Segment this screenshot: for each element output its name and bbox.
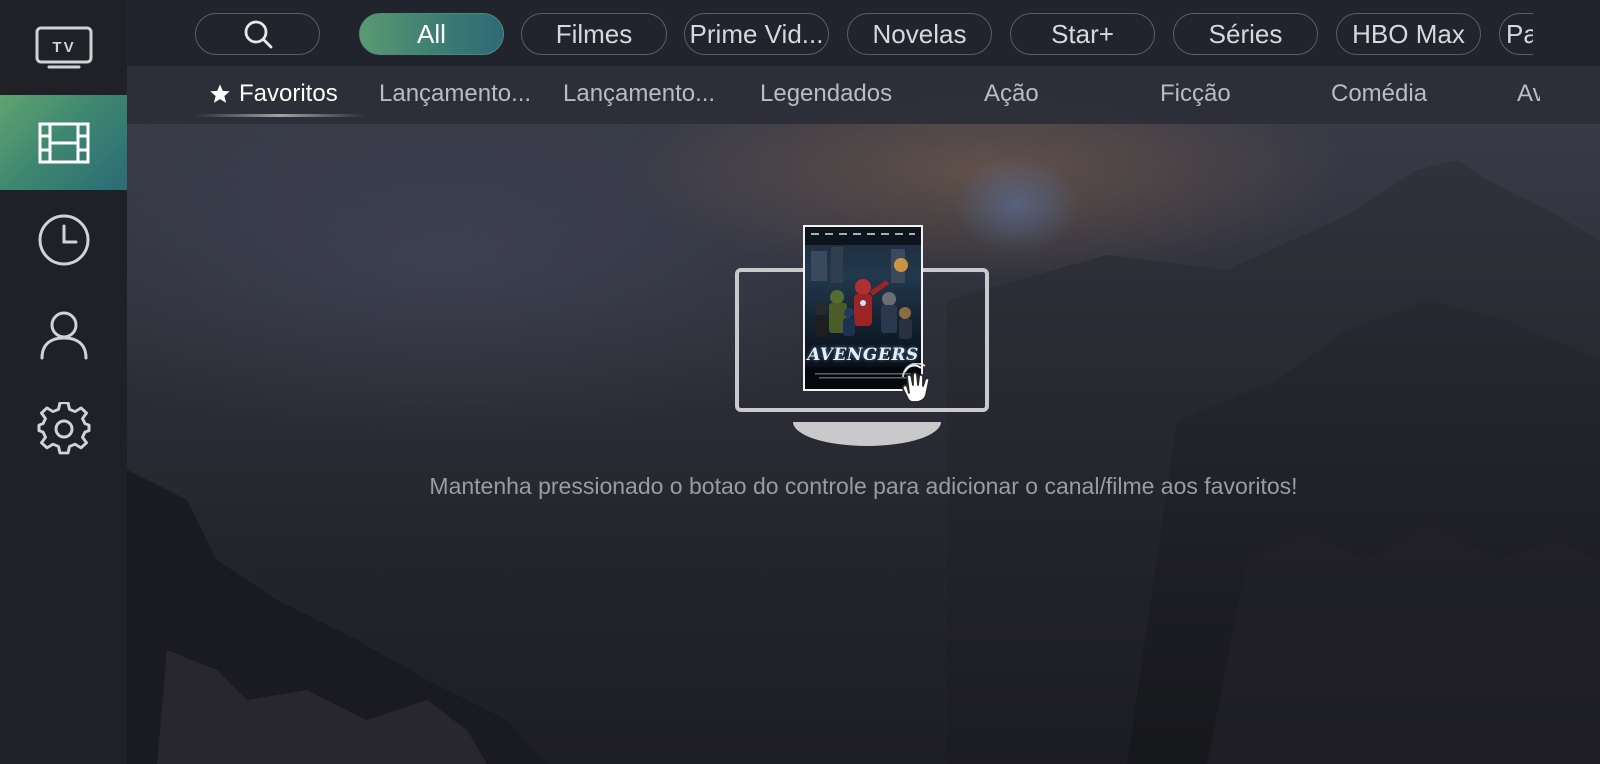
star-icon bbox=[210, 84, 230, 103]
category-label: Ficção bbox=[1160, 80, 1231, 107]
category-partial[interactable]: Av bbox=[1517, 76, 1540, 112]
pill-all[interactable]: All bbox=[359, 13, 504, 55]
category-favoritos[interactable]: Favoritos bbox=[209, 76, 338, 112]
poster-title: AVENGERS bbox=[807, 345, 919, 365]
pill-series[interactable]: Séries bbox=[1173, 13, 1318, 55]
user-icon bbox=[40, 311, 87, 359]
category-label: Favoritos bbox=[239, 80, 338, 107]
category-label: Comédia bbox=[1331, 80, 1428, 107]
search-button[interactable] bbox=[195, 13, 320, 55]
sidebar: TV bbox=[0, 0, 127, 764]
active-category-underline bbox=[195, 114, 365, 117]
pill-filmes[interactable]: Filmes bbox=[521, 13, 667, 55]
pill-hbo-max[interactable]: HBO Max bbox=[1336, 13, 1481, 55]
pill-label: HBO Max bbox=[1352, 18, 1465, 49]
tv-icon: TV bbox=[35, 26, 92, 68]
pill-label: Filmes bbox=[555, 18, 633, 49]
pill-novelas[interactable]: Novelas bbox=[847, 13, 992, 55]
empty-favorites-message: Mantenha pressionado o botao do controle… bbox=[429, 473, 1298, 499]
category-lancamentos-2[interactable]: Lançamento... bbox=[563, 76, 715, 112]
sidebar-item-settings[interactable] bbox=[0, 382, 127, 477]
search-icon bbox=[244, 20, 272, 49]
monitor-stand bbox=[793, 422, 941, 446]
category-label: Av bbox=[1517, 80, 1540, 107]
pill-prime-video[interactable]: Prime Vid... bbox=[684, 13, 829, 55]
sidebar-item-profile[interactable] bbox=[0, 287, 127, 382]
pill-star-plus[interactable]: Star+ bbox=[1010, 13, 1155, 55]
clock-icon bbox=[38, 214, 89, 265]
category-label: Ação bbox=[984, 80, 1039, 107]
category-comedia[interactable]: Comédia bbox=[1331, 76, 1427, 112]
category-row: Favoritos Lançamento... Lançamento... Le… bbox=[195, 70, 1540, 120]
category-label: Lançamento... bbox=[563, 80, 716, 107]
category-acao[interactable]: Ação bbox=[984, 76, 1039, 112]
sidebar-item-history[interactable] bbox=[0, 192, 127, 287]
category-label: Lançamento... bbox=[379, 80, 532, 107]
sidebar-item-movies[interactable] bbox=[0, 95, 127, 190]
tap-hand-icon bbox=[901, 363, 931, 403]
category-legendados[interactable]: Legendados bbox=[760, 76, 892, 112]
pill-label: Novelas bbox=[872, 18, 967, 49]
pill-label: Prime Vid... bbox=[689, 18, 824, 49]
tv-icon-label: TV bbox=[52, 39, 75, 56]
pill-label: All bbox=[417, 18, 446, 49]
pill-label: Star+ bbox=[1051, 18, 1114, 49]
filter-pill-row: All Filmes Prime Vid... Novelas Star+ Sé… bbox=[195, 13, 1533, 57]
category-lancamentos-1[interactable]: Lançamento... bbox=[379, 76, 531, 112]
pill-label: Pa bbox=[1506, 18, 1533, 49]
favorites-empty-illustration: AVENGERS bbox=[735, 225, 995, 450]
film-icon bbox=[38, 122, 89, 163]
gear-icon bbox=[37, 401, 90, 454]
pill-label: Séries bbox=[1208, 18, 1283, 49]
category-label: Legendados bbox=[760, 80, 893, 107]
pill-partial[interactable]: Pa bbox=[1499, 13, 1533, 55]
sidebar-item-tv[interactable]: TV bbox=[0, 0, 127, 95]
category-ficcao[interactable]: Ficção bbox=[1160, 76, 1231, 112]
